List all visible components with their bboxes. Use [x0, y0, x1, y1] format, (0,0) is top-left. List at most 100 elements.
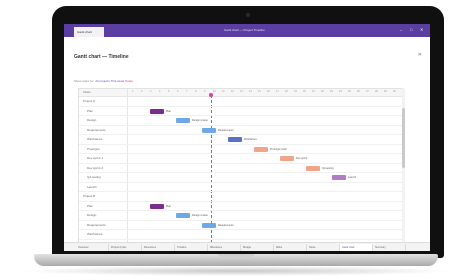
gantt-bar[interactable]	[150, 108, 164, 114]
timeline-tick: 18	[285, 90, 288, 93]
maximize-button[interactable]: □	[410, 28, 414, 32]
task-row-label[interactable]: Design	[87, 116, 96, 124]
sheet-tab[interactable]: Notes	[307, 244, 340, 251]
row-divider	[79, 238, 403, 240]
laptop-notch	[218, 254, 254, 258]
task-row-label[interactable]: Dev sprint 2	[87, 164, 103, 172]
filter-row: Show tasks for: All projects This week T…	[74, 79, 133, 83]
timeline-tick: 1	[132, 90, 134, 93]
row-divider	[79, 219, 403, 221]
timeline-tick: 27	[366, 90, 369, 93]
window-title: Gantt chart — Project Timeline	[224, 28, 265, 32]
timeline-tick: 21	[312, 90, 315, 93]
gantt-bar-label: Design review	[192, 119, 208, 122]
task-row-label[interactable]: Design	[87, 211, 96, 219]
task-column-header: Tasks	[79, 89, 127, 97]
row-divider	[79, 229, 403, 230]
sheet-tab[interactable]: Timeline	[175, 244, 208, 251]
gantt-grid: Tasks Project A Plan Design Requirements Wir…	[78, 88, 404, 244]
gantt-bar[interactable]	[176, 213, 190, 218]
row-divider	[79, 124, 403, 126]
task-row-label[interactable]: Wireframes	[87, 230, 102, 238]
filter-today[interactable]: Today	[125, 79, 133, 83]
timeline-tick: 2	[141, 90, 143, 93]
gantt-bar-label: Dev sprint	[296, 157, 308, 160]
sheet-tab[interactable]: Milestones	[208, 244, 241, 251]
timeline-tick: 5	[168, 90, 170, 93]
row-divider	[79, 143, 403, 145]
task-row-label[interactable]: Project A	[83, 97, 95, 105]
sheet-tab[interactable]: Project A plan	[109, 244, 142, 251]
task-row-label[interactable]: Wireframes	[87, 135, 102, 143]
today-line	[211, 95, 212, 243]
scrollbar-thumb[interactable]	[402, 108, 405, 168]
timeline-tick: 16	[267, 90, 270, 93]
app-tab[interactable]: Gantt chart	[74, 27, 104, 37]
filter-week[interactable]: This week	[111, 79, 125, 83]
gantt-bar[interactable]	[306, 165, 320, 171]
gantt-bar-label: Plan	[166, 109, 172, 113]
timeline-tick: 12	[231, 90, 234, 93]
timeline-tick: 8	[195, 90, 197, 93]
laptop-base	[34, 254, 438, 266]
sheet-tab[interactable]: Resources	[142, 244, 175, 251]
timeline-tick: 15	[258, 90, 261, 93]
filter-prefix: Show tasks for:	[74, 79, 95, 83]
task-row-label[interactable]: Plan	[87, 107, 93, 115]
task-column-header-label: Tasks	[83, 90, 91, 94]
timeline-tick: 19	[294, 90, 297, 93]
task-row-label[interactable]: Requirements	[87, 221, 106, 229]
timeline-tick: 30	[393, 90, 396, 93]
timeline-tick: 24	[339, 90, 342, 93]
timeline-tick: 22	[321, 90, 324, 93]
gantt-bar-label: Requirements	[218, 223, 234, 227]
row-divider	[79, 210, 403, 211]
timeline-tick: 3	[150, 90, 152, 93]
row-divider	[79, 162, 403, 164]
timeline-header: 1 2 3 4 5 6 7 8 9 10 11 12 13 14 15 16 17 18 19 20 21 22 23 24 2…	[128, 89, 403, 97]
gantt-bar-label: Plan	[166, 204, 172, 208]
gantt-bar[interactable]	[150, 203, 164, 209]
gantt-bar-label: Design review	[192, 214, 208, 217]
title-bar: Gantt chart Gantt chart — Project Timeli…	[64, 24, 430, 37]
row-divider	[79, 172, 403, 173]
row-divider	[79, 200, 403, 202]
close-icon[interactable]: ✕	[418, 52, 422, 58]
timeline-tick: 23	[330, 90, 333, 93]
sheet-tab[interactable]: Budget	[241, 244, 274, 251]
row-divider	[79, 134, 403, 135]
task-row-label[interactable]: Requirements	[87, 126, 106, 134]
gantt-bar[interactable]	[280, 156, 294, 161]
page-title: Gantt chart — Timeline	[74, 54, 129, 60]
gantt-bar[interactable]	[176, 118, 190, 123]
vertical-scrollbar[interactable]	[402, 88, 405, 242]
gantt-bar-label: Wireframes	[244, 138, 257, 141]
minimize-button[interactable]: –	[400, 28, 404, 32]
gantt-bar[interactable]	[254, 146, 268, 152]
task-row-label[interactable]: Plan	[87, 202, 93, 210]
gantt-bar[interactable]	[332, 175, 346, 180]
close-window-button[interactable]: ✕	[420, 28, 424, 32]
timeline-tick: 13	[240, 90, 243, 93]
timeline-tick: 7	[186, 90, 188, 93]
sheet-tab[interactable]: Gantt chart	[340, 244, 373, 251]
camera-icon	[246, 13, 250, 17]
gantt-bar-label: Requirements	[218, 128, 234, 132]
sheet-tab[interactable]: Risks	[274, 244, 307, 251]
filter-projects[interactable]: All projects	[95, 79, 110, 83]
sheet-tab[interactable]: Summary	[373, 244, 406, 251]
task-row-label[interactable]: Project B	[83, 192, 95, 200]
task-row-label[interactable]: QA testing	[87, 173, 101, 181]
timeline-tick: 25	[348, 90, 351, 93]
timeline-tick: 14	[249, 90, 252, 93]
gantt-bar[interactable]	[202, 127, 216, 133]
gantt-bar[interactable]	[202, 222, 216, 228]
task-row-label[interactable]: Prototype	[87, 145, 100, 153]
gantt-bar[interactable]	[228, 137, 242, 142]
row-divider	[79, 115, 403, 116]
task-row-label[interactable]: Dev sprint 1	[87, 154, 103, 162]
timeline-tick: 6	[177, 90, 179, 93]
timeline-tick: 9	[204, 90, 206, 93]
sheet-tab[interactable]: Overview	[76, 244, 109, 251]
task-row-label[interactable]: Launch	[87, 183, 97, 191]
